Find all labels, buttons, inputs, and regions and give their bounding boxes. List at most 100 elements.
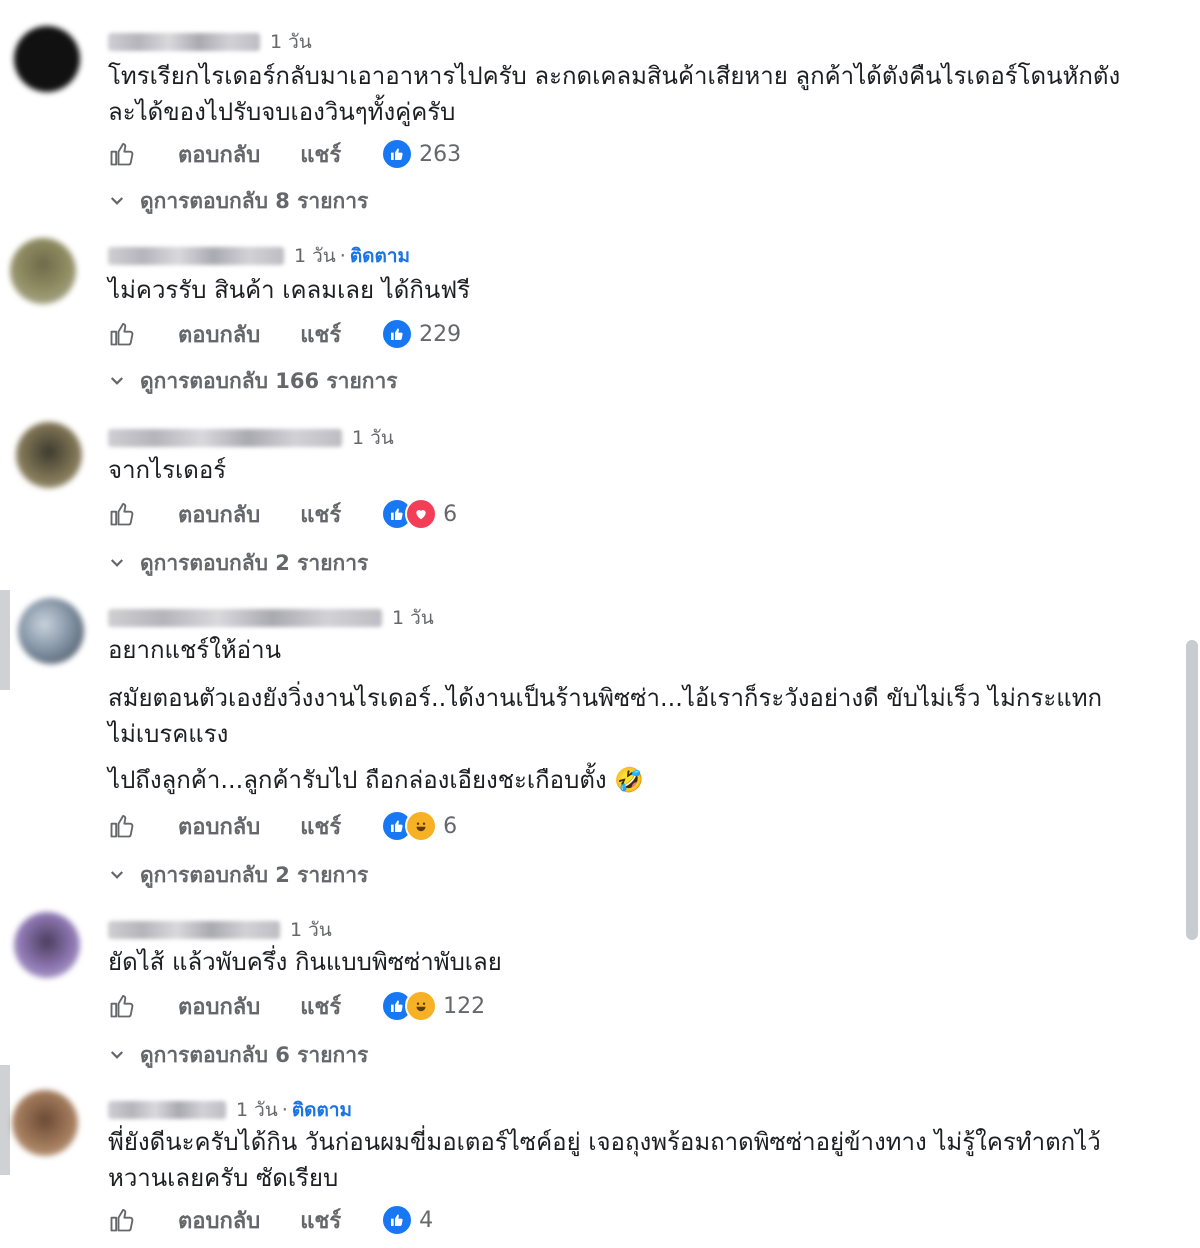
comment-text-line: หวานเลยครับ ซัดเรียบ <box>108 1164 339 1192</box>
comment-text-line: ไปถึงลูกค้า...ลูกค้ารับไป ถือกล่องเอียงช… <box>108 766 645 794</box>
reaction-summary[interactable]: 4 <box>381 1204 433 1236</box>
author-name[interactable] <box>108 921 280 939</box>
comment-text-line: ไม่ควรรับ สินค้า เคลมเลย ได้กินฟรี <box>108 276 471 304</box>
thumbs-up-icon[interactable] <box>108 1204 140 1236</box>
comment-time[interactable]: 1 วัน <box>290 915 332 945</box>
chevron-down-icon <box>110 871 124 879</box>
author-name[interactable] <box>108 1101 226 1119</box>
chevron-down-icon <box>110 197 124 205</box>
author-name[interactable] <box>108 609 382 627</box>
avatar[interactable] <box>14 912 80 978</box>
like-reaction-icon <box>381 318 414 350</box>
follow-button[interactable]: ติดตาม <box>292 1095 352 1125</box>
comment-time[interactable]: 1 วัน <box>392 603 434 633</box>
haha-reaction-icon <box>405 810 438 842</box>
comment-text: พี่ยังดีนะครับได้กิน วันก่อนผมขี่มอเตอร์… <box>108 1124 1168 1196</box>
reaction-count: 6 <box>443 813 458 839</box>
separator-dot: · <box>339 245 346 267</box>
comment-actions: ตอบกลับ แชร์ 263 <box>108 136 461 172</box>
comment-paragraph: สมัยตอนตัวเองยังวิ่งงานไรเดอร์..ได้งานเป… <box>108 680 1168 752</box>
author-name[interactable] <box>108 33 260 51</box>
share-button[interactable]: แชร์ <box>300 1203 341 1238</box>
comment-time[interactable]: 1 วัน <box>270 27 312 57</box>
comment-text-line: จากไรเดอร์ <box>108 456 227 484</box>
view-replies-label: ดูการตอบกลับ 2 รายการ <box>140 550 369 575</box>
share-button[interactable]: แชร์ <box>300 989 341 1024</box>
author-name[interactable] <box>108 247 284 265</box>
comment-text-line: อยากแชร์ให้อ่าน <box>108 636 281 664</box>
avatar[interactable] <box>12 1090 78 1156</box>
separator-dot: · <box>281 1099 288 1121</box>
share-button[interactable]: แชร์ <box>300 497 341 532</box>
edge-strip <box>0 1065 10 1175</box>
like-reaction-icon <box>381 1204 414 1236</box>
comment-actions: ตอบกลับ แชร์ 6 <box>108 808 457 844</box>
scrollbar-thumb[interactable] <box>1186 640 1198 940</box>
author-name[interactable] <box>108 429 342 447</box>
comment-header: 1 วัน · ติดตาม <box>108 1098 352 1122</box>
reply-button[interactable]: ตอบกลับ <box>178 1203 260 1238</box>
comment-text-line: ละได้ของไปรับจบเองวินๆทั้งคู่ครับ <box>108 98 456 126</box>
comment-paragraph: ไปถึงลูกค้า...ลูกค้ารับไป ถือกล่องเอียงช… <box>108 762 1168 798</box>
share-button[interactable]: แชร์ <box>300 809 341 844</box>
thumbs-up-icon[interactable] <box>108 498 140 530</box>
comment-text: ยัดไส้ แล้วพับครึ่ง กินแบบพิซซ่าพับเลย <box>108 944 1168 980</box>
thumbs-up-icon[interactable] <box>108 810 140 842</box>
comment-text-line: สมัยตอนตัวเองยังวิ่งงานไรเดอร์..ได้งานเป… <box>108 684 1103 712</box>
follow-button[interactable]: ติดตาม <box>350 241 410 271</box>
love-reaction-icon <box>405 498 438 530</box>
view-replies-label: ดูการตอบกลับ 2 รายการ <box>140 862 369 887</box>
avatar[interactable] <box>16 422 82 488</box>
avatar[interactable] <box>18 598 84 664</box>
view-replies-label: ดูการตอบกลับ 6 รายการ <box>140 1042 369 1067</box>
comment-time[interactable]: 1 วัน <box>236 1095 278 1125</box>
like-reaction-icon <box>381 138 414 170</box>
haha-reaction-icon <box>405 990 438 1022</box>
reaction-summary[interactable]: 6 <box>381 810 457 842</box>
reaction-count: 6 <box>443 501 458 527</box>
share-button[interactable]: แชร์ <box>300 137 341 172</box>
thumbs-up-icon[interactable] <box>108 318 140 350</box>
avatar[interactable] <box>10 238 76 304</box>
view-replies-link[interactable]: ดูการตอบกลับ 2 รายการ <box>108 548 368 578</box>
chevron-down-icon <box>110 1051 124 1059</box>
thumbs-up-icon[interactable] <box>108 138 140 170</box>
view-replies-link[interactable]: ดูการตอบกลับ 6 รายการ <box>108 1040 368 1070</box>
comment-text: โทรเรียกไรเดอร์กลับมาเอาอาหารไปครับ ละกด… <box>108 58 1168 130</box>
reply-button[interactable]: ตอบกลับ <box>178 809 260 844</box>
reaction-summary[interactable]: 6 <box>381 498 457 530</box>
thumbs-up-icon[interactable] <box>108 990 140 1022</box>
view-replies-link[interactable]: ดูการตอบกลับ 8 รายการ <box>108 186 368 216</box>
reaction-summary[interactable]: 229 <box>381 318 461 350</box>
reaction-count: 4 <box>419 1207 434 1233</box>
comment-header: 1 วัน <box>108 426 394 450</box>
chevron-down-icon <box>110 377 124 385</box>
comment-time[interactable]: 1 วัน <box>352 423 394 453</box>
comment-text-line: พี่ยังดีนะครับได้กิน วันก่อนผมขี่มอเตอร์… <box>108 1128 1101 1156</box>
edge-strip <box>0 590 10 690</box>
comment-text: อยากแชร์ให้อ่าน <box>108 632 1168 668</box>
comment-actions: ตอบกลับ แชร์ 122 <box>108 988 485 1024</box>
view-replies-link[interactable]: ดูการตอบกลับ 166 รายการ <box>108 366 398 396</box>
comment-actions: ตอบกลับ แชร์ 6 <box>108 496 457 532</box>
avatar[interactable] <box>14 26 80 92</box>
reply-button[interactable]: ตอบกลับ <box>178 989 260 1024</box>
view-replies-label: ดูการตอบกลับ 8 รายการ <box>140 188 369 213</box>
reaction-count: 229 <box>419 321 462 347</box>
comment-text-line: ไม่เบรคแรง <box>108 720 229 748</box>
share-button[interactable]: แชร์ <box>300 317 341 352</box>
comment-actions: ตอบกลับ แชร์ 4 <box>108 1202 433 1238</box>
reaction-summary[interactable]: 263 <box>381 138 461 170</box>
comment-actions: ตอบกลับ แชร์ 229 <box>108 316 461 352</box>
reaction-summary[interactable]: 122 <box>381 990 485 1022</box>
comment-time[interactable]: 1 วัน <box>294 241 336 271</box>
reply-button[interactable]: ตอบกลับ <box>178 137 260 172</box>
comment-header: 1 วัน <box>108 918 332 942</box>
reaction-count: 122 <box>443 993 486 1019</box>
view-replies-link[interactable]: ดูการตอบกลับ 2 รายการ <box>108 860 368 890</box>
chevron-down-icon <box>110 559 124 567</box>
comment-text: จากไรเดอร์ <box>108 452 1168 488</box>
reaction-count: 263 <box>419 141 462 167</box>
reply-button[interactable]: ตอบกลับ <box>178 317 260 352</box>
reply-button[interactable]: ตอบกลับ <box>178 497 260 532</box>
